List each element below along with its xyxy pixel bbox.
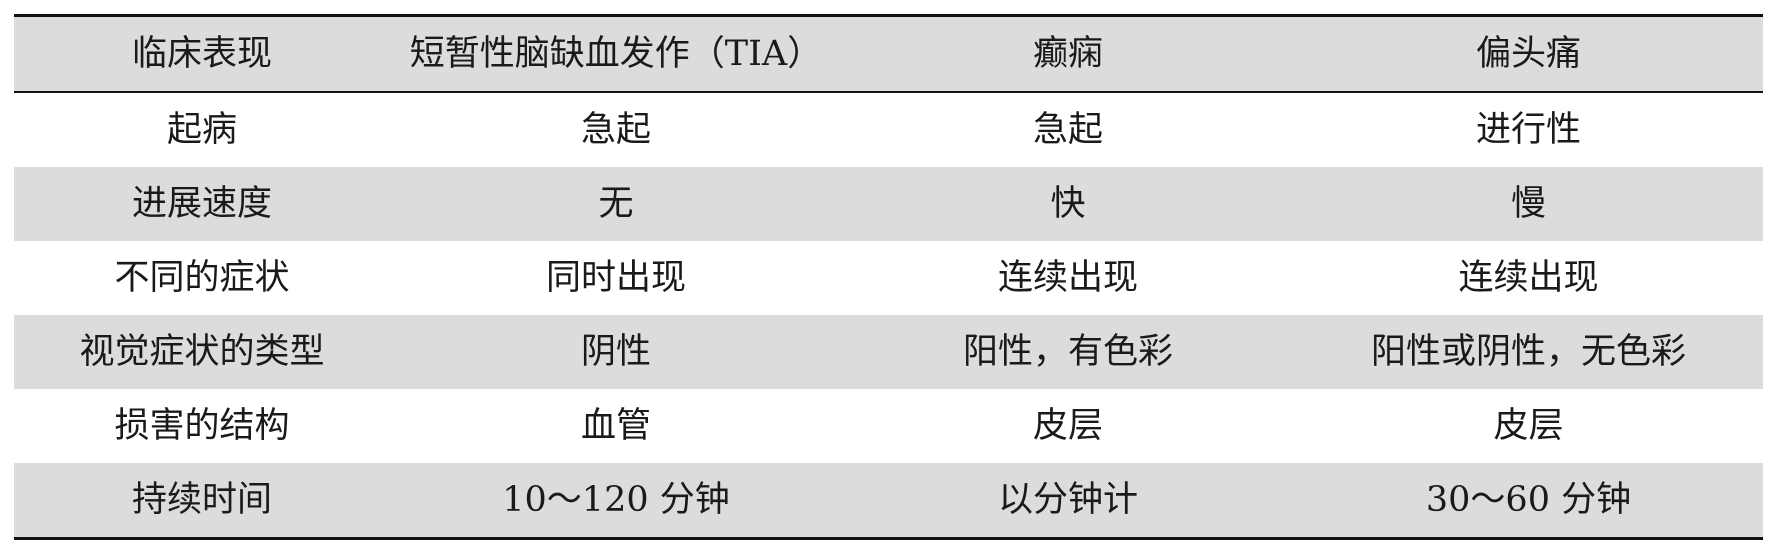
table-cell: 视觉症状的类型 [14, 315, 390, 389]
table-row-visual-symptom-type: 视觉症状的类型 阴性 阳性，有色彩 阳性或阴性，无色彩 [14, 315, 1763, 389]
table-cell: 10～120 分钟 [390, 463, 842, 539]
table-row-duration: 持续时间 10～120 分钟 以分钟计 30～60 分钟 [14, 463, 1763, 539]
table-cell: 皮层 [842, 389, 1294, 463]
table-cell: 起病 [14, 92, 390, 167]
table-row-different-symptoms: 不同的症状 同时出现 连续出现 连续出现 [14, 241, 1763, 315]
table-cell: 皮层 [1294, 389, 1763, 463]
table-cell: 进行性 [1294, 92, 1763, 167]
table-cell: 以分钟计 [842, 463, 1294, 539]
table-cell: 慢 [1294, 167, 1763, 241]
table-cell: 进展速度 [14, 167, 390, 241]
table-cell: 持续时间 [14, 463, 390, 539]
table-cell: 快 [842, 167, 1294, 241]
table-cell: 血管 [390, 389, 842, 463]
table-cell: 连续出现 [1294, 241, 1763, 315]
table-cell: 急起 [390, 92, 842, 167]
comparison-table: 临床表现 短暂性脑缺血发作（TIA） 癫痫 偏头痛 起病 急起 急起 进行性 进… [14, 14, 1763, 540]
table-cell: 急起 [842, 92, 1294, 167]
table-row-damaged-structure: 损害的结构 血管 皮层 皮层 [14, 389, 1763, 463]
header-tia: 短暂性脑缺血发作（TIA） [390, 15, 842, 92]
comparison-table-container: 临床表现 短暂性脑缺血发作（TIA） 癫痫 偏头痛 起病 急起 急起 进行性 进… [14, 14, 1763, 540]
table-cell: 同时出现 [390, 241, 842, 315]
table-row-progression-speed: 进展速度 无 快 慢 [14, 167, 1763, 241]
table-cell: 30～60 分钟 [1294, 463, 1763, 539]
header-migraine: 偏头痛 [1294, 15, 1763, 92]
table-cell: 无 [390, 167, 842, 241]
table-cell: 连续出现 [842, 241, 1294, 315]
table-cell: 阳性，有色彩 [842, 315, 1294, 389]
table-cell: 阴性 [390, 315, 842, 389]
table-cell: 阳性或阴性，无色彩 [1294, 315, 1763, 389]
table-cell: 损害的结构 [14, 389, 390, 463]
table-header-row: 临床表现 短暂性脑缺血发作（TIA） 癫痫 偏头痛 [14, 15, 1763, 92]
header-epilepsy: 癫痫 [842, 15, 1294, 92]
table-row-onset: 起病 急起 急起 进行性 [14, 92, 1763, 167]
header-clinical-feature: 临床表现 [14, 15, 390, 92]
table-cell: 不同的症状 [14, 241, 390, 315]
